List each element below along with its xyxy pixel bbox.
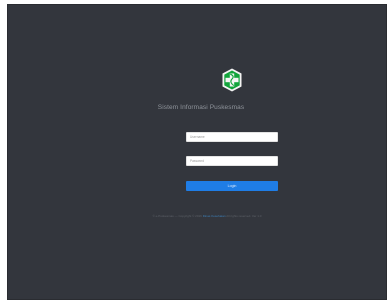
- footer-link[interactable]: Dinas Kesehatan: [203, 214, 226, 218]
- app-window: Sistem Informasi Puskesmas Login © e-Pus…: [7, 4, 387, 300]
- login-button[interactable]: Login: [186, 181, 278, 191]
- password-field[interactable]: [186, 156, 278, 166]
- username-field[interactable]: [186, 132, 278, 142]
- login-panel: Sistem Informasi Puskesmas Login © e-Pus…: [8, 5, 386, 299]
- footer-text-after: All rights reserved. Ver 1.0: [226, 214, 262, 218]
- app-title: Sistem Informasi Puskesmas: [157, 104, 245, 111]
- footer-copyright: © e-Puskesmas — Copyright © 2016 Dinas K…: [8, 214, 386, 218]
- footer-text-before: © e-Puskesmas — Copyright © 2016: [152, 214, 202, 218]
- puskesmas-logo-icon: [222, 68, 242, 92]
